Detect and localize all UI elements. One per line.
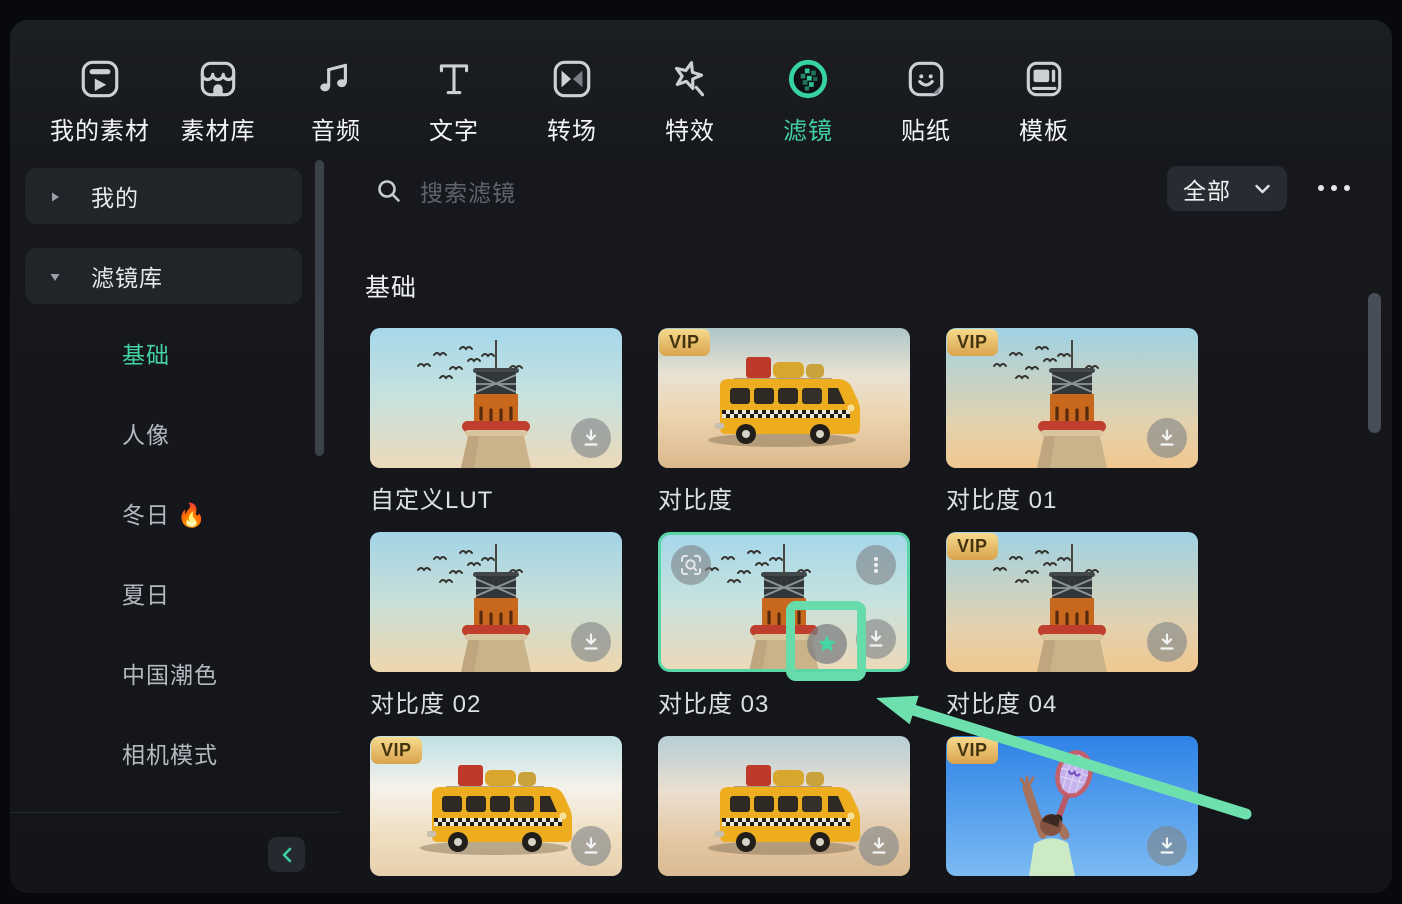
sidebar-group-label: 滤镜库 — [91, 265, 163, 291]
chevron-down-icon — [1255, 184, 1270, 193]
hot-fire-icon: 🔥 — [177, 502, 208, 528]
sidebar-item-summer[interactable]: 夏日 — [122, 581, 170, 609]
category-filter-dropdown[interactable]: 全部 — [1167, 166, 1287, 211]
filter-name: 对比度 02 — [370, 691, 482, 718]
filter-card-contrast-03-selected[interactable]: 对比度 03 — [658, 532, 910, 736]
filter-name: 对比度 03 — [658, 691, 770, 718]
download-button[interactable] — [859, 826, 899, 866]
vip-badge: VIP — [947, 737, 998, 764]
content-scrollbar[interactable] — [1368, 293, 1381, 433]
nav-audio[interactable]: 音频 — [277, 56, 395, 146]
vip-badge: VIP — [371, 737, 422, 764]
more-menu-button[interactable] — [856, 545, 896, 585]
effects-icon — [667, 56, 713, 102]
nav-transition[interactable]: 转场 — [513, 56, 631, 146]
sidebar-divider — [10, 812, 340, 813]
filter-card-contrast[interactable]: VIP 对比度 — [658, 328, 910, 532]
sidebar-item-camera-mode[interactable]: 相机模式 — [122, 741, 218, 769]
text-icon — [431, 56, 477, 102]
vip-badge: VIP — [947, 533, 998, 560]
library-icon — [195, 56, 241, 102]
download-icon — [1160, 633, 1174, 650]
download-icon — [1160, 429, 1174, 446]
section-title: 基础 — [365, 274, 418, 302]
sidebar-item-basic[interactable]: 基础 — [122, 341, 170, 369]
zoom-preview-icon — [681, 555, 701, 575]
nav-label: 音频 — [311, 118, 361, 145]
vip-badge: VIP — [947, 329, 998, 356]
filter-card[interactable]: VIP — [946, 736, 1198, 893]
nav-label: 素材库 — [180, 118, 256, 145]
sidebar-group-label: 我的 — [91, 185, 139, 211]
filters-icon — [785, 56, 831, 102]
nav-label: 转场 — [547, 118, 597, 145]
sidebar-group-mine[interactable]: 我的 — [25, 168, 302, 224]
filter-name: 对比度 — [658, 487, 733, 514]
download-icon — [872, 837, 886, 854]
star-icon — [818, 635, 836, 652]
nav-library[interactable]: 素材库 — [159, 56, 277, 146]
sidebar-item-china-trend[interactable]: 中国潮色 — [122, 661, 218, 689]
download-button[interactable] — [571, 826, 611, 866]
sticker-icon — [903, 56, 949, 102]
nav-templates[interactable]: 模板 — [985, 56, 1103, 146]
more-options-button[interactable] — [1310, 176, 1358, 200]
audio-icon — [313, 56, 359, 102]
download-button[interactable] — [1147, 418, 1187, 458]
favorite-star-button[interactable] — [807, 624, 847, 664]
preview-button[interactable] — [671, 545, 711, 585]
nav-stickers[interactable]: 贴纸 — [867, 56, 985, 146]
collapse-sidebar-button[interactable] — [268, 837, 305, 872]
download-icon — [584, 429, 598, 446]
sidebar-item-winter[interactable]: 冬日 🔥 — [122, 501, 207, 529]
nav-label: 特效 — [665, 118, 715, 145]
filter-name: 自定义LUT — [370, 487, 494, 514]
download-button[interactable] — [1147, 622, 1187, 662]
download-icon — [584, 633, 598, 650]
sidebar-item-portrait[interactable]: 人像 — [122, 421, 170, 449]
download-icon — [584, 837, 598, 854]
my-media-icon — [77, 56, 123, 102]
app-panel: 我的素材 素材库 音频 文字 转场 特效 滤镜 贴纸 模板 我的 滤镜库 基础 … — [10, 20, 1392, 893]
vip-badge: VIP — [659, 329, 710, 356]
nav-label: 滤镜 — [783, 118, 833, 145]
kebab-menu-icon — [873, 556, 879, 574]
download-button[interactable] — [856, 619, 896, 659]
filter-name: 对比度 01 — [946, 487, 1058, 514]
filter-card-contrast-04[interactable]: VIP 对比度 04 — [946, 532, 1198, 736]
nav-my-media[interactable]: 我的素材 — [41, 56, 159, 146]
nav-label: 我的素材 — [50, 118, 150, 145]
filter-card[interactable]: VIP — [370, 736, 622, 893]
top-navigation: 我的素材 素材库 音频 文字 转场 特效 滤镜 贴纸 模板 — [41, 56, 1103, 146]
search-input[interactable] — [418, 172, 942, 214]
nav-filters[interactable]: 滤镜 — [749, 56, 867, 146]
nav-text[interactable]: 文字 — [395, 56, 513, 146]
nav-label: 模板 — [1019, 118, 1069, 145]
filter-card-contrast-01[interactable]: VIP 对比度 01 — [946, 328, 1198, 532]
caret-down-icon — [49, 270, 61, 282]
download-button[interactable] — [571, 622, 611, 662]
filter-card-contrast-02[interactable]: 对比度 02 — [370, 532, 622, 736]
filter-card[interactable] — [658, 736, 910, 893]
dropdown-value: 全部 — [1183, 177, 1231, 204]
nav-label: 贴纸 — [901, 118, 951, 145]
download-button[interactable] — [1147, 826, 1187, 866]
sidebar-scrollbar[interactable] — [315, 160, 324, 456]
template-icon — [1021, 56, 1067, 102]
transition-icon — [549, 56, 595, 102]
download-icon — [1160, 837, 1174, 854]
filter-grid: 自定义LUT VIP 对比度 VIP 对比度 01 对比度 02 对比度 03 … — [370, 328, 1198, 893]
sidebar-group-filter-library[interactable]: 滤镜库 — [25, 248, 302, 304]
nav-effects[interactable]: 特效 — [631, 56, 749, 146]
search-icon — [376, 178, 402, 204]
chevron-left-icon — [282, 847, 291, 862]
nav-label: 文字 — [429, 118, 479, 145]
filter-name: 对比度 04 — [946, 691, 1058, 718]
download-icon — [869, 630, 883, 647]
download-button[interactable] — [571, 418, 611, 458]
caret-right-icon — [49, 190, 61, 202]
filter-card-custom-lut[interactable]: 自定义LUT — [370, 328, 622, 532]
